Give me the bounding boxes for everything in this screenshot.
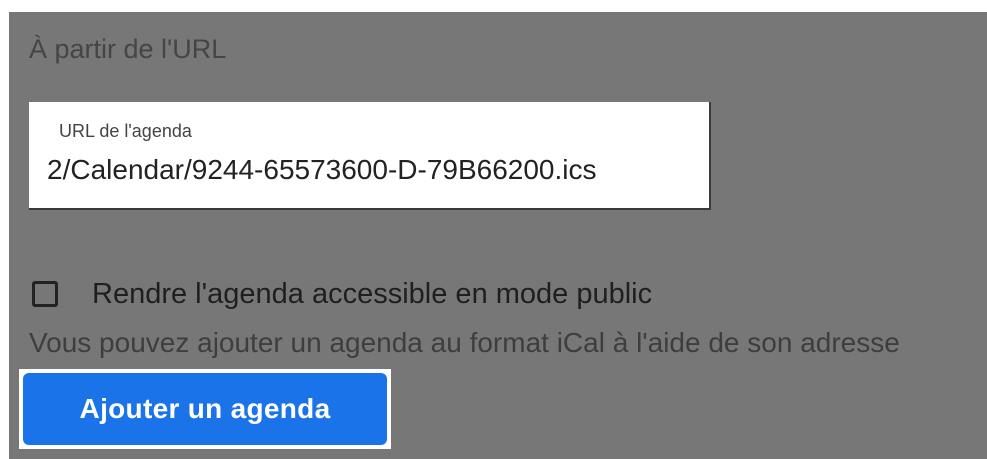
help-text: Vous pouvez ajouter un agenda au format … [29,327,900,358]
public-access-checkbox[interactable] [32,281,58,307]
calendar-url-field[interactable]: URL de l'agenda 2/Calendar/9244-65573600… [29,102,711,210]
public-access-label[interactable]: Rendre l'agenda accessible en mode publi… [92,278,652,311]
add-calendar-button-frame: Ajouter un agenda [19,369,391,449]
public-access-option[interactable]: Rendre l'agenda accessible en mode publi… [29,276,652,312]
calendar-url-label: URL de l'agenda [59,121,192,141]
section-title: À partir de l'URL [29,34,227,64]
add-calendar-button[interactable]: Ajouter un agenda [23,373,387,445]
calendar-url-input[interactable]: 2/Calendar/9244-65573600-D-79B66200.ics [47,154,597,186]
